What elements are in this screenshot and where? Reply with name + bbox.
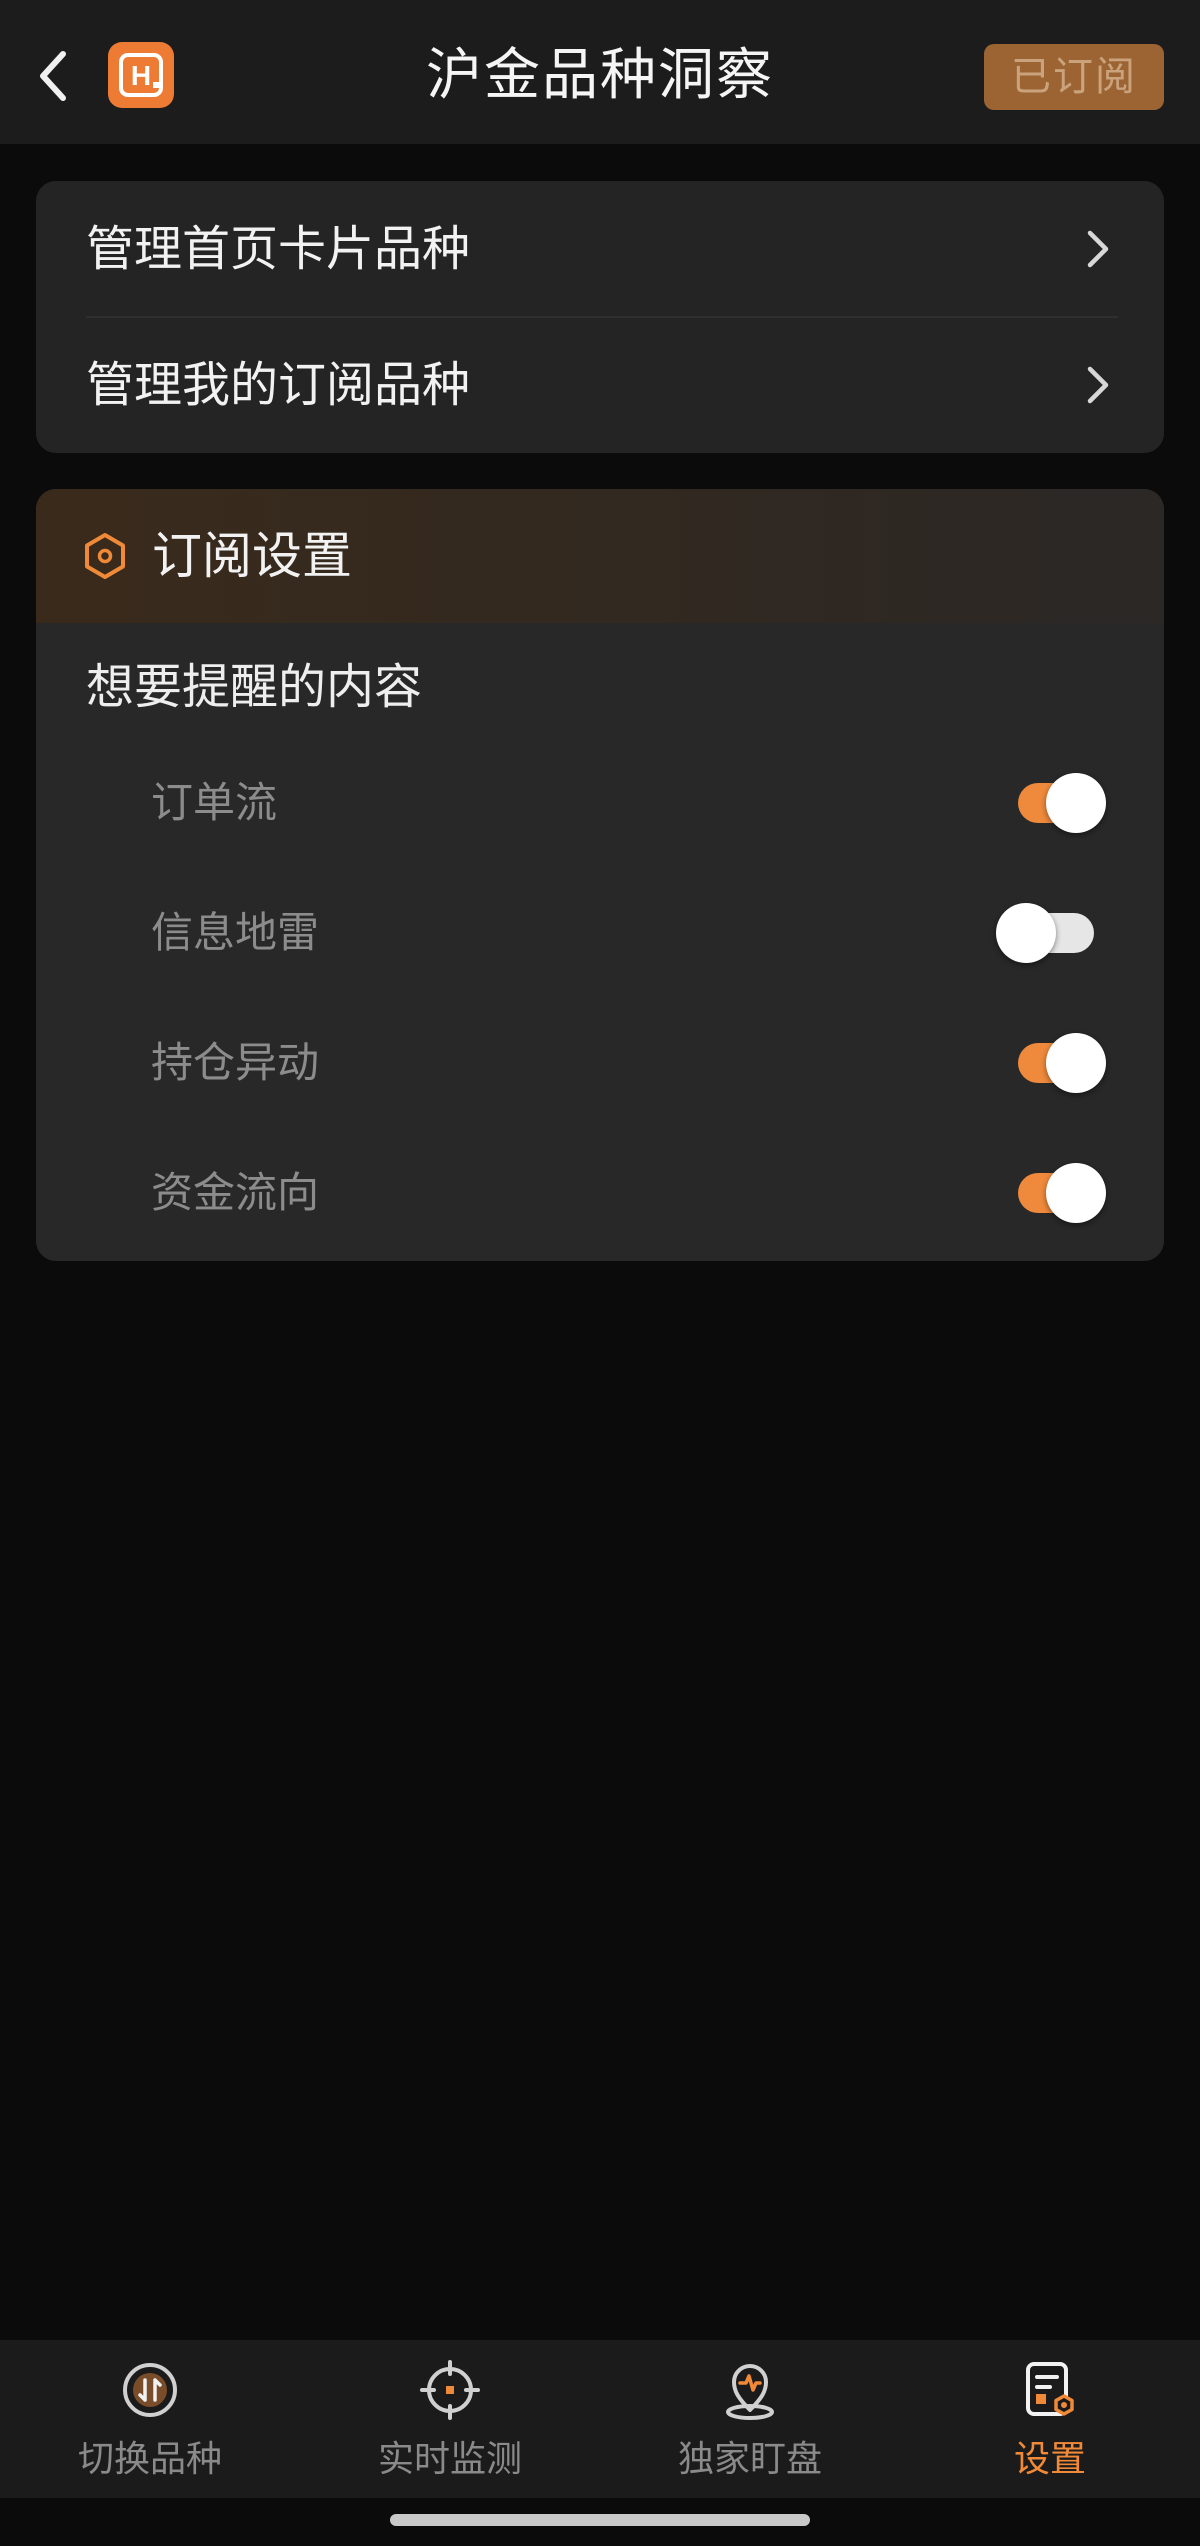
reminder-content-label: 想要提醒的内容 (86, 659, 423, 715)
logo-icon: H (119, 53, 163, 97)
chevron-left-icon (40, 51, 66, 101)
logo-text: H (131, 60, 151, 91)
subscription-settings-title: 订阅设置 (152, 527, 352, 585)
toggle-row-info-mine: 信息地雷 (36, 868, 1164, 998)
toggle-knob (1046, 773, 1106, 833)
crosshair-icon (420, 2360, 480, 2420)
settings-document-icon (1026, 2362, 1074, 2416)
toggle-knob (1046, 1033, 1106, 1093)
manage-homepage-cards-item[interactable]: 管理首页卡片品种 (36, 181, 1164, 318)
toggle-knob (1046, 1163, 1106, 1223)
header-bar: H 沪金品种洞察 已订阅 (0, 0, 1200, 144)
hexagon-settings-icon (85, 533, 125, 579)
menu-item-label: 管理首页卡片品种 (86, 221, 471, 277)
nav-item-realtime-monitor[interactable]: 实时监测 (300, 2340, 600, 2498)
position-change-toggle[interactable] (996, 1033, 1106, 1093)
manage-my-subscriptions-item[interactable]: 管理我的订阅品种 (36, 317, 1164, 453)
capital-flow-toggle[interactable] (996, 1163, 1106, 1223)
toggle-row-capital-flow: 资金流向 (36, 1128, 1164, 1258)
subscribed-button[interactable]: 已订阅 (984, 44, 1164, 110)
subscription-settings-header: 订阅设置 (36, 489, 1164, 623)
toggle-label: 持仓异动 (151, 1038, 320, 1087)
home-indicator[interactable] (390, 2514, 810, 2526)
toggle-label: 订单流 (151, 778, 278, 827)
location-pin-icon (726, 2364, 774, 2420)
nav-item-settings[interactable]: 设置 (900, 2340, 1200, 2498)
toggle-row-order-flow: 订单流 (36, 738, 1164, 868)
app-logo: H (108, 42, 174, 108)
toggle-label: 信息地雷 (151, 908, 320, 957)
nav-item-switch-variety[interactable]: 切换品种 (0, 2340, 300, 2498)
nav-label: 独家盯盘 (677, 2439, 822, 2480)
back-button[interactable] (22, 38, 82, 114)
toggle-knob (996, 903, 1056, 963)
nav-label: 实时监测 (377, 2439, 522, 2480)
manage-card: 管理首页卡片品种 管理我的订阅品种 (36, 181, 1164, 453)
info-mine-toggle[interactable] (996, 903, 1106, 963)
subscription-settings-card: 订阅设置 想要提醒的内容 订单流 信息地雷 持仓异动 资金流向 (36, 489, 1164, 1261)
toggle-row-position-change: 持仓异动 (36, 998, 1164, 1128)
nav-label: 设置 (1013, 2439, 1086, 2480)
toggle-label: 资金流向 (151, 1168, 320, 1217)
chevron-right-icon (1087, 230, 1109, 268)
switch-variety-icon (123, 2363, 177, 2417)
menu-item-label: 管理我的订阅品种 (86, 357, 471, 413)
nav-label: 切换品种 (77, 2439, 222, 2480)
bottom-nav: 切换品种 实时监测 独家盯盘 设置 (0, 2340, 1200, 2498)
order-flow-toggle[interactable] (996, 773, 1106, 833)
chevron-right-icon (1087, 366, 1109, 404)
page: H 沪金品种洞察 已订阅 管理首页卡片品种 管理我的订阅品种 订阅设置 想要提醒… (0, 0, 1200, 2546)
nav-item-exclusive-watch[interactable]: 独家盯盘 (600, 2340, 900, 2498)
